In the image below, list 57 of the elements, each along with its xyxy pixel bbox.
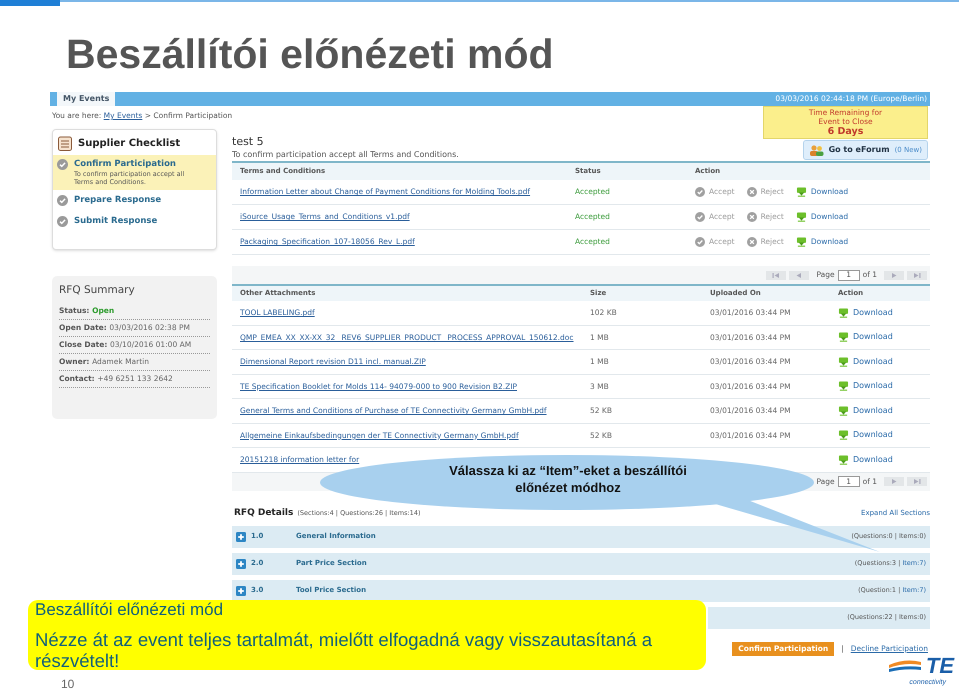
previous-page-icon[interactable]	[789, 270, 810, 280]
note-body: Nézze át az event teljes tartalmát, mielőtt elfogadná vagy visszautasítaná a részvételt!	[35, 629, 653, 671]
logo-swoosh-icon	[886, 658, 923, 674]
check-circle-icon	[57, 216, 68, 227]
download-icon	[838, 430, 849, 440]
step-label: Prepare Response	[74, 195, 162, 206]
reject-icon	[746, 212, 757, 222]
next-page-icon[interactable]	[884, 270, 904, 280]
download-button[interactable]: Download	[838, 306, 893, 319]
check-circle-icon	[57, 159, 68, 170]
download-button[interactable]: Download	[838, 429, 893, 442]
expand-icon[interactable]	[236, 586, 246, 596]
download-icon	[838, 406, 849, 416]
last-page-icon[interactable]	[907, 270, 927, 280]
next-page-icon[interactable]	[884, 477, 904, 486]
first-page-icon[interactable]	[766, 270, 786, 280]
checklist-step[interactable]: Submit Response	[53, 211, 216, 232]
clipboard-icon	[58, 136, 72, 151]
expand-icon[interactable]	[236, 532, 246, 542]
last-page-icon[interactable]	[907, 477, 927, 486]
download-icon	[796, 212, 807, 222]
download-button[interactable]: Download	[838, 331, 893, 344]
page-number: 10	[61, 676, 74, 693]
reject-icon	[746, 187, 757, 197]
rfq-details-title: RFQ Details	[234, 506, 294, 520]
accept-icon	[695, 187, 705, 197]
time-remaining-value: 6 Days	[828, 126, 864, 137]
download-button[interactable]: Download	[838, 380, 893, 392]
people-icon	[808, 144, 824, 156]
download-icon	[796, 237, 807, 247]
expand-icon[interactable]	[236, 558, 246, 568]
download-icon	[796, 187, 807, 197]
checklist-step[interactable]: Prepare Response	[53, 190, 216, 211]
rfq-summary-title: RFQ Summary	[59, 283, 136, 298]
download-button[interactable]: Download	[838, 404, 893, 417]
step-label: Submit Response	[74, 216, 158, 227]
accept-icon	[695, 237, 705, 247]
download-button[interactable]: Download	[838, 454, 893, 466]
event-instruction: To confirm participation accept all Terms and Conditions.	[232, 149, 459, 161]
download-icon	[838, 308, 849, 318]
download-icon	[838, 356, 849, 367]
step-label: Confirm Participation	[74, 159, 177, 170]
download-icon	[838, 381, 849, 392]
my-events-tab[interactable]: My Events	[57, 92, 116, 106]
checklist-title: Supplier Checklist	[78, 137, 180, 151]
note-title: Beszállítói előnézeti mód	[35, 600, 224, 620]
event-title: test 5	[232, 135, 265, 149]
reject-icon	[746, 237, 757, 247]
download-icon	[838, 332, 849, 342]
callout-text: Válassza ki az “Item”-eket a beszállítói előnézet módhoz	[448, 462, 688, 496]
logo-mark: TE	[926, 654, 954, 678]
download-icon	[838, 454, 849, 465]
slide-title: Beszállítói előnézeti mód	[66, 31, 554, 77]
download-button[interactable]: Download	[838, 356, 893, 368]
top-stripe	[0, 0, 60, 6]
accept-icon	[695, 212, 705, 222]
check-circle-icon	[57, 195, 68, 206]
